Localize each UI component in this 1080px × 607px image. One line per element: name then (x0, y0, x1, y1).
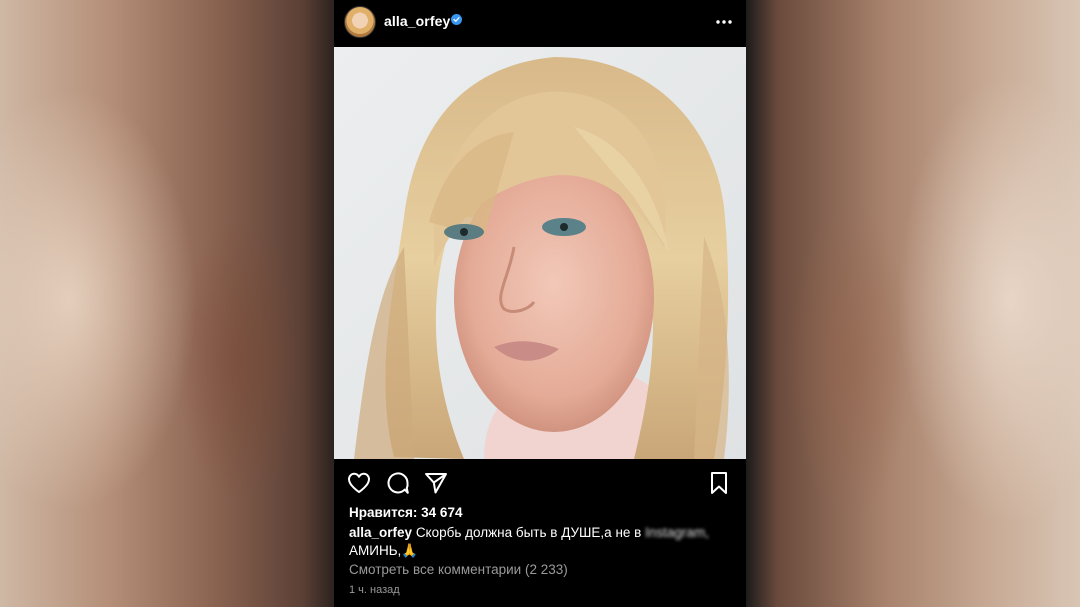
comment-icon[interactable] (385, 470, 411, 496)
post-actions (334, 470, 746, 496)
post-header: alla_orfey (334, 0, 746, 46)
view-comments-link[interactable]: Смотреть все комментарии (2 233) (349, 562, 568, 577)
post-photo[interactable] (334, 47, 746, 459)
pray-emoji: 🙏 (401, 543, 419, 558)
post-username[interactable]: alla_orfey (384, 13, 450, 29)
avatar[interactable] (344, 6, 376, 38)
likes-count[interactable]: Нравится: 34 674 (349, 505, 462, 520)
caption-username[interactable]: alla_orfey (349, 525, 412, 540)
more-options-icon[interactable] (714, 12, 734, 32)
post-caption: alla_orfey Скорбь должна быть в ДУШЕ,а н… (349, 524, 734, 560)
bookmark-icon[interactable] (706, 470, 732, 496)
caption-text: Скорбь должна быть в ДУШЕ,а не в (415, 525, 646, 540)
instagram-post: alla_orfey Нравится: 34 674 alla_orfey С… (334, 0, 746, 607)
verified-badge-icon (451, 14, 462, 25)
caption-blurred-word: Instagram, (645, 525, 709, 540)
share-icon[interactable] (423, 470, 449, 496)
caption-line-2: АМИНЬ, (349, 543, 402, 558)
post-timestamp: 1 ч. назад (349, 584, 400, 596)
heart-icon[interactable] (346, 470, 372, 496)
